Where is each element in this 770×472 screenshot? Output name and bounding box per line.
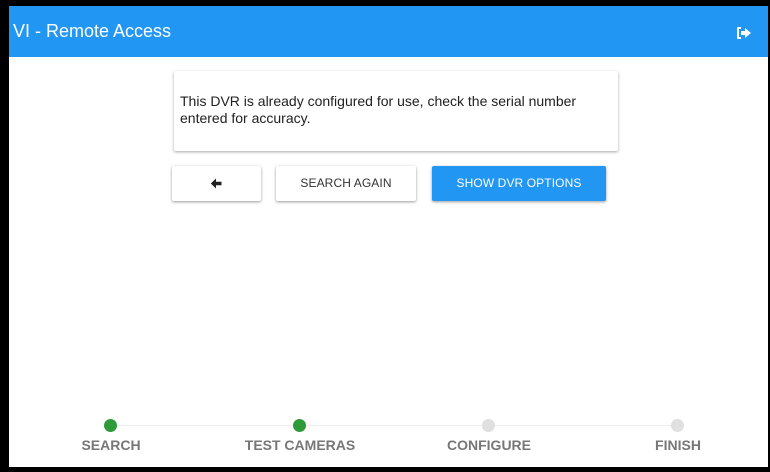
step-indicator xyxy=(671,419,684,432)
step-indicator xyxy=(482,419,495,432)
step-label: CONFIGURE xyxy=(447,437,531,453)
status-message: This DVR is already configured for use, … xyxy=(180,93,577,126)
progress-stepper: SEARCH TEST CAMERAS CONFIGURE FINISH xyxy=(9,406,768,466)
show-dvr-options-button[interactable]: SHOW DVR OPTIONS xyxy=(432,166,606,201)
step-indicator xyxy=(293,419,306,432)
app-title: VI - Remote Access xyxy=(13,21,172,41)
back-button[interactable] xyxy=(172,166,261,201)
step-label: TEST CAMERAS xyxy=(244,437,356,453)
title-bar: VI - Remote Access xyxy=(9,6,768,57)
app-window: VI - Remote Access This DVR is already c… xyxy=(9,6,768,467)
message-card: This DVR is already configured for use, … xyxy=(174,71,618,151)
logout-icon[interactable] xyxy=(736,26,752,40)
step-label: FINISH xyxy=(655,437,701,453)
arrow-left-icon xyxy=(210,178,222,189)
step-label: SEARCH xyxy=(81,437,141,453)
step-indicator xyxy=(104,419,117,432)
search-again-button[interactable]: SEARCH AGAIN xyxy=(276,166,416,201)
stepper-line xyxy=(111,425,678,426)
